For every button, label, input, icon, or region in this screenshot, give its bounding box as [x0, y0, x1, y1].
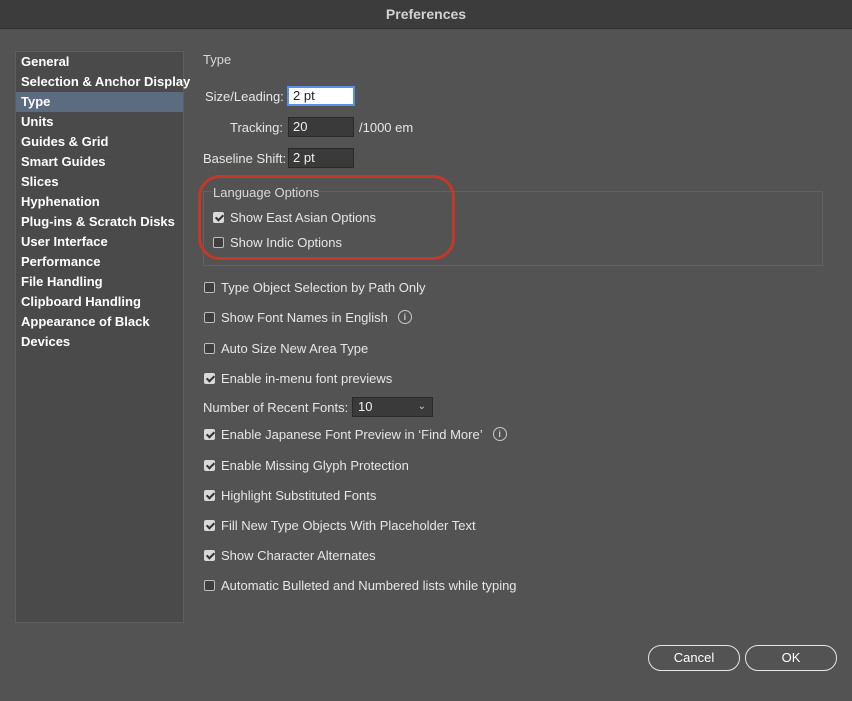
japanese-preview-label: Enable Japanese Font Preview in ‘Find Mo…: [221, 426, 483, 442]
sidebar-item-devices[interactable]: Devices: [16, 332, 183, 352]
sidebar-item-clipboard-handling[interactable]: Clipboard Handling: [16, 292, 183, 312]
type-object-selection-option[interactable]: Type Object Selection by Path Only: [204, 279, 426, 295]
sidebar-item-appearance-of-black[interactable]: Appearance of Black: [16, 312, 183, 332]
recent-fonts-select[interactable]: 10 ⌄: [352, 397, 433, 417]
tracking-unit: /1000 em: [359, 120, 414, 135]
checkbox-icon[interactable]: [204, 489, 215, 501]
size-leading-input[interactable]: 2 pt: [287, 86, 355, 106]
highlight-substituted-option[interactable]: Highlight Substituted Fonts: [204, 487, 376, 503]
checkbox-icon[interactable]: [204, 372, 215, 384]
sidebar-item-file-handling[interactable]: File Handling: [16, 272, 183, 292]
checkbox-icon[interactable]: [204, 519, 215, 531]
sidebar-item-units[interactable]: Units: [16, 112, 183, 132]
sidebar-item-hyphenation[interactable]: Hyphenation: [16, 192, 183, 212]
auto-bullets-option[interactable]: Automatic Bulleted and Numbered lists wh…: [204, 577, 517, 593]
in-menu-previews-option[interactable]: Enable in-menu font previews: [204, 370, 392, 386]
fill-placeholder-option[interactable]: Fill New Type Objects With Placeholder T…: [204, 517, 476, 533]
sidebar-item-user-interface[interactable]: User Interface: [16, 232, 183, 252]
sidebar-item-guides-grid[interactable]: Guides & Grid: [16, 132, 183, 152]
checkbox-icon[interactable]: [204, 342, 215, 354]
chevron-down-icon: ⌄: [417, 401, 426, 412]
missing-glyph-option[interactable]: Enable Missing Glyph Protection: [204, 457, 409, 473]
missing-glyph-label: Enable Missing Glyph Protection: [221, 457, 409, 473]
baseline-shift-label: Baseline Shift:: [203, 151, 287, 166]
size-leading-label: Size/Leading:: [205, 89, 284, 104]
info-icon[interactable]: i: [397, 310, 412, 324]
sidebar-item-selection-anchor-display[interactable]: Selection & Anchor Display: [16, 72, 190, 92]
highlight-substituted-label: Highlight Substituted Fonts: [221, 487, 377, 503]
window-title: Preferences: [0, 0, 852, 29]
checkbox-icon[interactable]: [204, 549, 215, 561]
tracking-label: Tracking:: [230, 120, 283, 135]
ok-button[interactable]: OK: [745, 645, 837, 671]
auto-bullets-label: Automatic Bulleted and Numbered lists wh…: [221, 577, 517, 593]
sidebar-item-general[interactable]: General: [16, 52, 183, 72]
sidebar-item-type[interactable]: Type: [16, 92, 183, 112]
recent-fonts-value: 10: [358, 399, 373, 414]
recent-fonts-label: Number of Recent Fonts:: [203, 400, 349, 415]
type-object-selection-label: Type Object Selection by Path Only: [221, 279, 426, 295]
font-names-english-label: Show Font Names in English: [221, 309, 388, 325]
character-alternates-option[interactable]: Show Character Alternates: [204, 547, 376, 563]
auto-size-area-label: Auto Size New Area Type: [221, 340, 369, 356]
in-menu-previews-label: Enable in-menu font previews: [221, 370, 393, 386]
checkbox-icon[interactable]: [204, 579, 215, 591]
tracking-input[interactable]: 20: [288, 117, 354, 137]
character-alternates-label: Show Character Alternates: [221, 547, 376, 563]
sidebar-item-plugins-scratch-disks[interactable]: Plug-ins & Scratch Disks: [16, 212, 183, 232]
section-title: Type: [203, 52, 232, 67]
checkbox-icon[interactable]: [204, 281, 215, 293]
checkbox-icon[interactable]: [204, 459, 215, 471]
preferences-sidebar: General Selection & Anchor Display Type …: [15, 51, 190, 623]
japanese-preview-option[interactable]: Enable Japanese Font Preview in ‘Find Mo…: [204, 426, 507, 442]
sidebar-item-slices[interactable]: Slices: [16, 172, 183, 192]
cancel-button[interactable]: Cancel: [648, 645, 740, 671]
checkbox-icon[interactable]: [204, 428, 215, 440]
highlight-ring: [198, 175, 455, 260]
font-names-english-option[interactable]: Show Font Names in English i: [204, 309, 412, 325]
baseline-shift-input[interactable]: 2 pt: [288, 148, 354, 168]
checkbox-icon[interactable]: [204, 311, 215, 323]
fill-placeholder-label: Fill New Type Objects With Placeholder T…: [221, 517, 476, 533]
sidebar-item-performance[interactable]: Performance: [16, 252, 183, 272]
info-icon[interactable]: i: [492, 427, 507, 441]
auto-size-area-option[interactable]: Auto Size New Area Type: [204, 340, 368, 356]
sidebar-item-smart-guides[interactable]: Smart Guides: [16, 152, 183, 172]
